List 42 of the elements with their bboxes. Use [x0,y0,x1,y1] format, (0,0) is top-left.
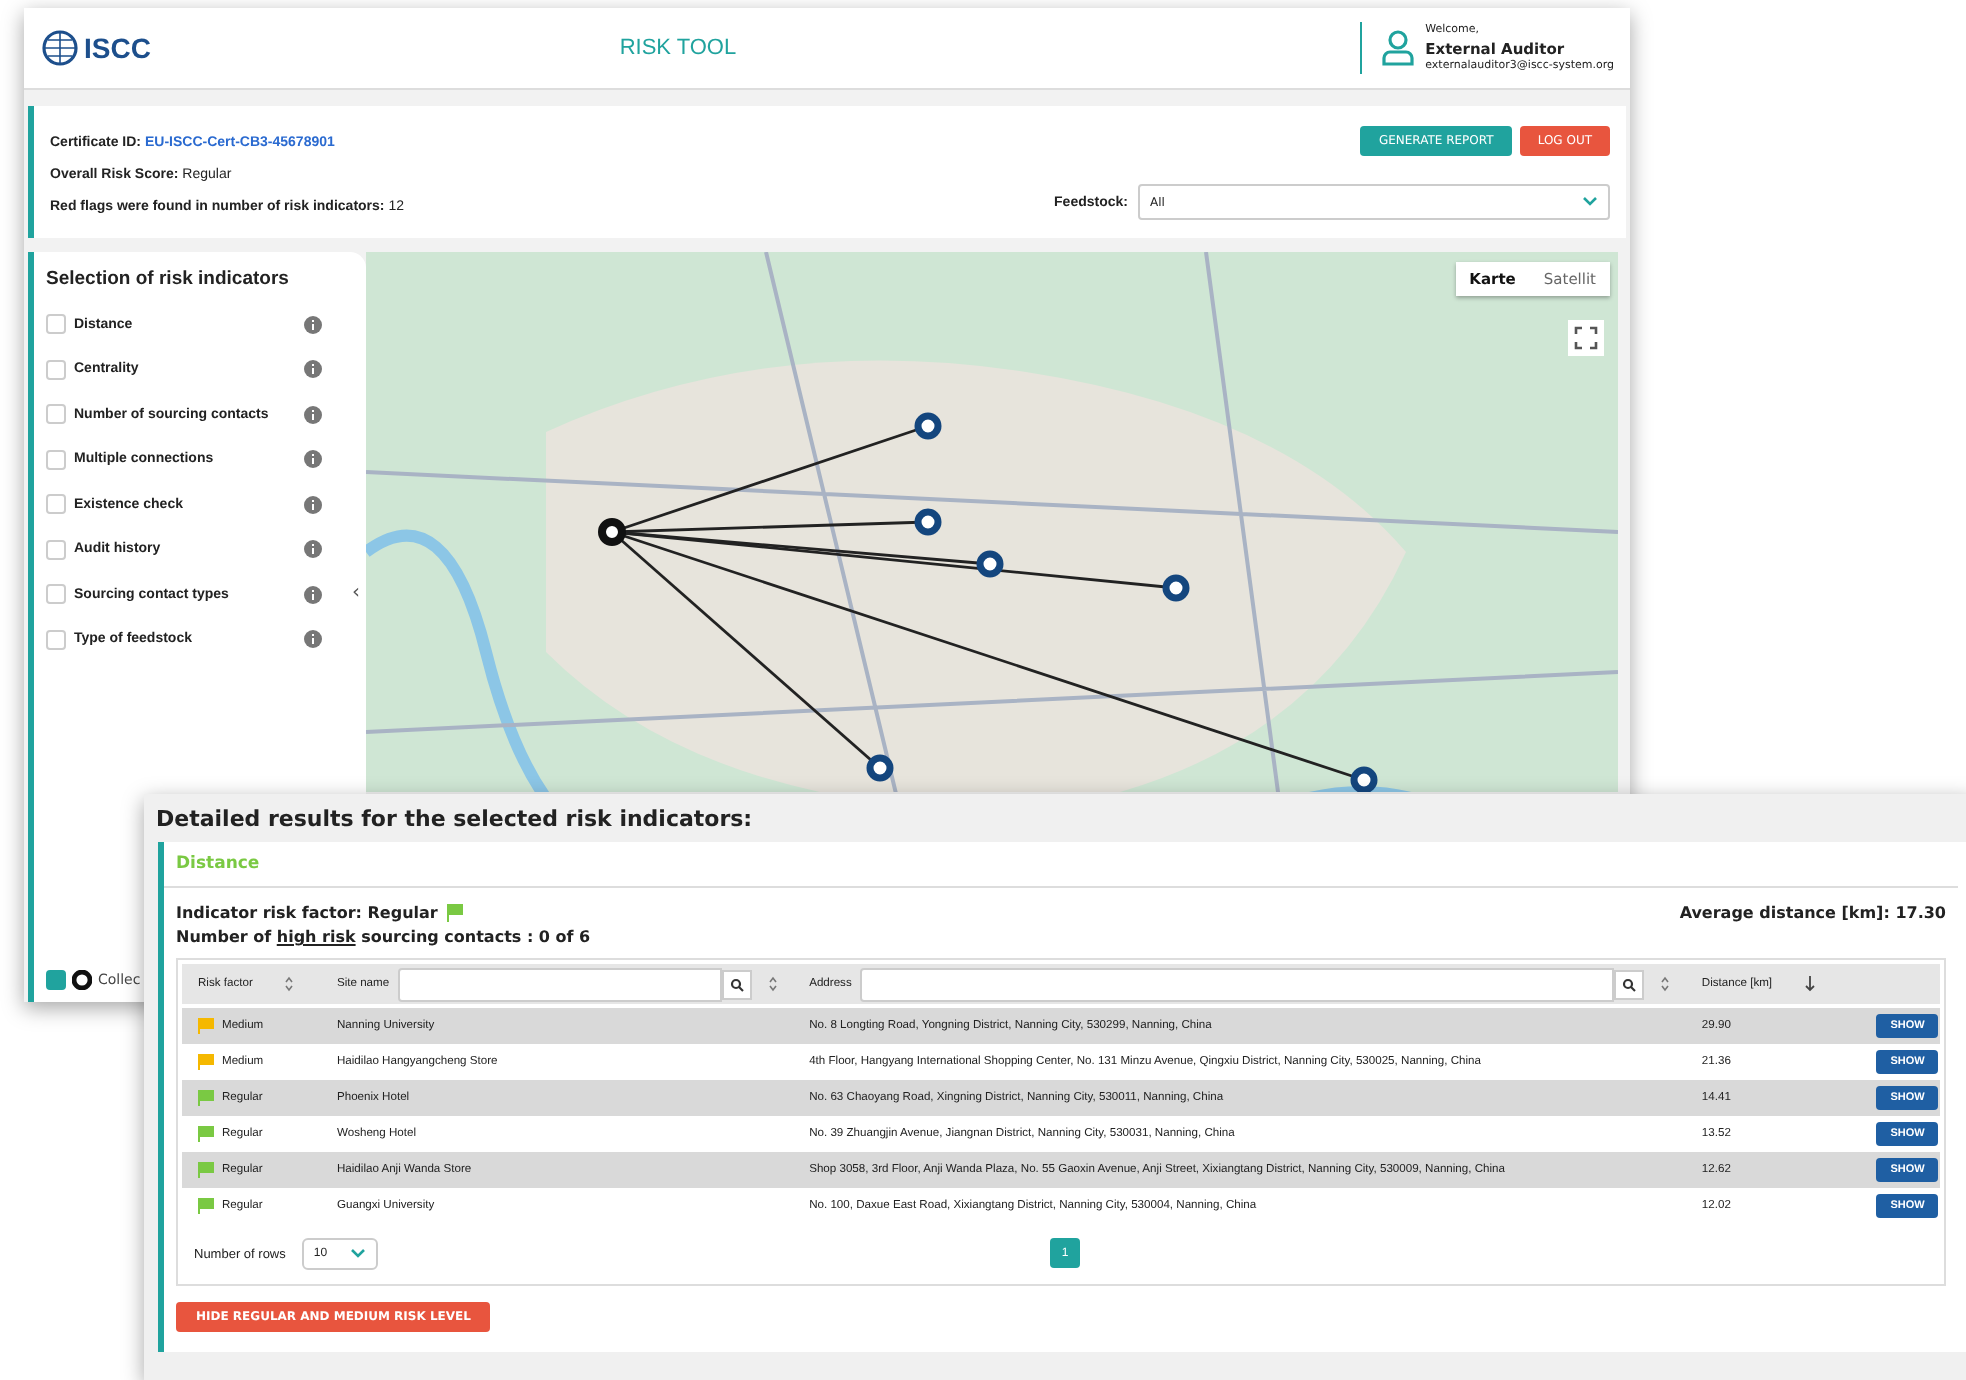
collapse-toggle[interactable]: ‹ [352,582,360,604]
app-title: RISK TOOL [619,36,739,60]
average-distance-text: Average distance [km]: 17.30 [1679,904,1946,922]
chevron-down-icon[interactable] [349,1248,366,1260]
info-icon[interactable] [304,450,322,469]
node-marker-icon [72,970,92,990]
info-icon[interactable] [304,585,322,604]
indicator-checkbox[interactable] [46,629,66,650]
search-field[interactable] [859,967,1614,1001]
indicator-checkbox[interactable] [46,314,66,335]
info-icon[interactable] [304,540,322,559]
search-button[interactable] [1613,969,1644,999]
search-field[interactable] [397,967,722,1001]
sort-icon[interactable] [767,976,778,992]
info-icon[interactable] [304,405,322,424]
indicator-checkbox[interactable] [46,449,66,470]
search-button[interactable] [721,969,752,999]
user-icon[interactable] [1381,30,1414,66]
results-title: Detailed results for the selected risk indicators: [154,804,755,836]
risk-factor-text: Indicator risk factor: Regular [176,904,438,922]
search-icon[interactable] [1621,977,1636,991]
sort-icon[interactable] [1659,976,1670,992]
indicator-checkbox[interactable] [46,404,66,425]
fullscreen-icon[interactable] [1568,320,1604,356]
indicator-checkbox[interactable] [46,539,66,560]
info-icon[interactable] [304,360,322,379]
search-icon[interactable] [729,977,744,991]
high-risk-text: Number of high risk sourcing contacts : 0 of 6 [174,926,593,946]
logo-text: ISCC [84,32,151,64]
indicator-checkbox[interactable] [46,494,66,515]
globe-logo-icon [40,28,80,68]
section-title: Distance [164,842,1958,888]
info-icon[interactable] [304,315,322,334]
sort-descending-icon[interactable] [1804,976,1817,992]
chevron-down-icon[interactable] [1582,196,1598,208]
info-icon[interactable] [304,630,322,649]
panel-title: Selection of risk indicators [46,268,291,290]
indicator-checkbox[interactable] [46,584,66,605]
indicator-checkbox[interactable] [46,359,66,380]
sort-icon[interactable] [284,976,295,992]
legend-checkbox[interactable] [46,970,66,990]
info-icon[interactable] [304,495,322,514]
